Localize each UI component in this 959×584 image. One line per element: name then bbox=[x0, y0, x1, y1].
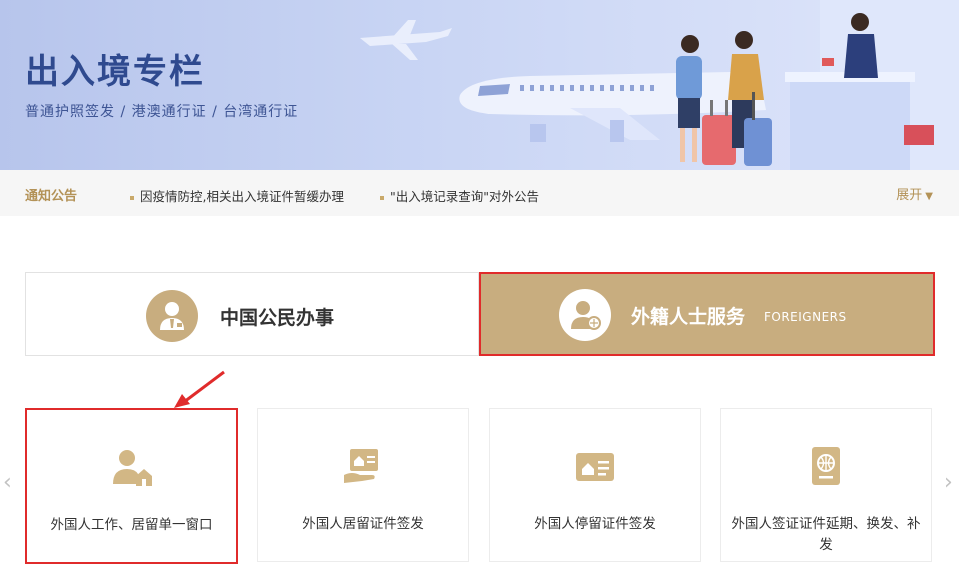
service-card[interactable]: 外国人停留证件签发 bbox=[489, 408, 701, 562]
expand-label: 展开 bbox=[896, 188, 923, 203]
tab-label: 中国公民办事 bbox=[220, 307, 335, 329]
red-arrow-icon bbox=[174, 370, 225, 408]
service-card[interactable]: 外国人居留证件签发 bbox=[257, 408, 469, 562]
notice-item-text: 因疫情防控,相关出入境证件暂缓办理 bbox=[140, 189, 344, 204]
citizen-icon bbox=[146, 290, 198, 342]
tab-chinese-citizens[interactable]: 中国公民办事 bbox=[25, 272, 479, 356]
tab-foreigners[interactable]: 外籍人士服务 FOREIGNERS bbox=[479, 272, 935, 356]
service-card[interactable]: 外国人工作、居留单一窗口 bbox=[25, 408, 238, 564]
banner: 出入境专栏 普通护照签发 / 港澳通行证 / 台湾通行证 bbox=[0, 0, 959, 170]
residence-card-hand-icon bbox=[340, 443, 386, 489]
card-label: 外国人居留证件签发 bbox=[302, 516, 424, 532]
bullet-icon bbox=[380, 195, 384, 200]
banner-subtitle: 普通护照签发 / 港澳通行证 / 台湾通行证 bbox=[25, 104, 299, 120]
person-home-icon bbox=[109, 444, 155, 490]
prev-arrow-icon[interactable]: ‹ bbox=[3, 470, 12, 495]
stay-card-icon bbox=[572, 443, 618, 489]
page: 出入境专栏 普通护照签发 / 港澳通行证 / 台湾通行证 通知公告 因疫情防控,… bbox=[0, 0, 959, 584]
caret-down-icon: ▼ bbox=[925, 191, 933, 202]
bullet-icon bbox=[130, 195, 134, 200]
expand-button[interactable]: 展开 ▼ bbox=[896, 184, 933, 203]
tab-label: 外籍人士服务 bbox=[631, 306, 746, 328]
next-arrow-icon[interactable]: › bbox=[944, 470, 953, 495]
banner-title: 出入境专栏 bbox=[25, 52, 205, 92]
airport-illustration bbox=[360, 0, 959, 170]
passport-globe-icon bbox=[803, 443, 849, 489]
card-label: 外国人停留证件签发 bbox=[534, 516, 656, 532]
tab-sublabel: FOREIGNERS bbox=[764, 310, 847, 324]
card-label: 外国人签证证件延期、换发、补发 bbox=[731, 516, 921, 553]
notice-item[interactable]: 因疫情防控,相关出入境证件暂缓办理 bbox=[130, 186, 344, 205]
service-card[interactable]: 外国人签证证件延期、换发、补发 bbox=[720, 408, 932, 562]
notice-item-text: "出入境记录查询"对外公告 bbox=[390, 189, 539, 204]
card-label: 外国人工作、居留单一窗口 bbox=[50, 517, 213, 533]
notice-label: 通知公告 bbox=[25, 189, 78, 204]
notice-item[interactable]: "出入境记录查询"对外公告 bbox=[380, 186, 539, 205]
foreigner-icon bbox=[559, 289, 611, 341]
notice-bar: 通知公告 因疫情防控,相关出入境证件暂缓办理 "出入境记录查询"对外公告 展开 ▼ bbox=[0, 170, 959, 216]
